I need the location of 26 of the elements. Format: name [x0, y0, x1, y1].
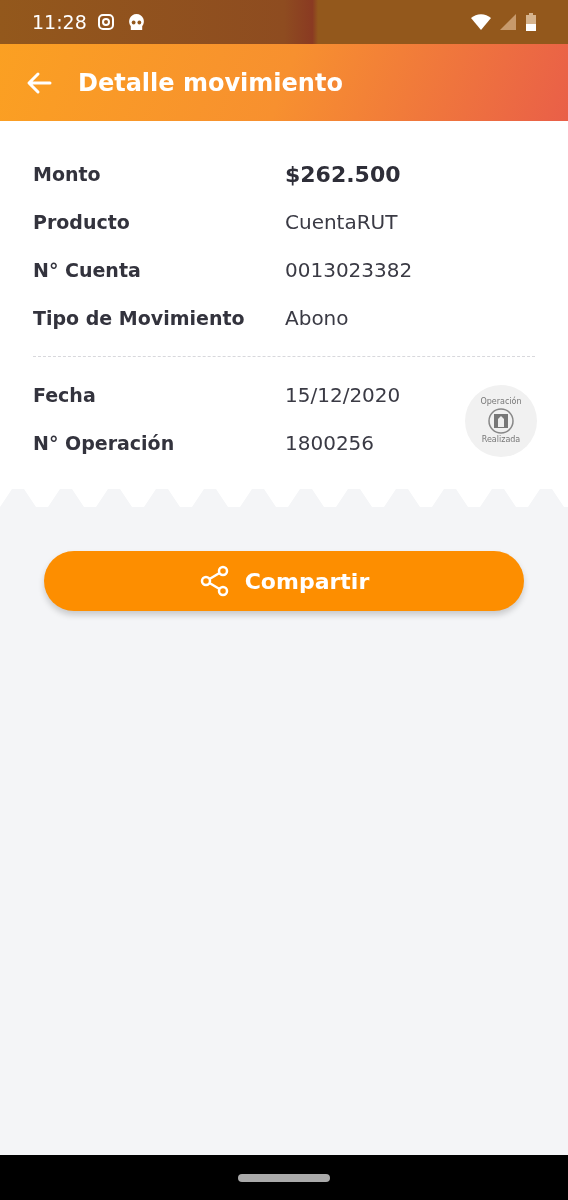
skull-icon — [126, 12, 146, 32]
field-value: 0013023382 — [285, 257, 413, 284]
field-label: N° Operación — [33, 430, 176, 456]
camera-icon — [96, 13, 115, 31]
share-icon — [198, 565, 231, 597]
field-label: Fecha — [33, 382, 97, 408]
stamp-text: Operación — [480, 396, 522, 408]
signal-icon — [500, 14, 516, 30]
field-value: Abono — [285, 305, 349, 332]
field-label: Monto — [33, 161, 102, 187]
screen-title: Detalle movimiento — [78, 67, 343, 99]
stamp-text: Realizada — [481, 434, 521, 446]
back-arrow-icon — [26, 70, 52, 95]
wifi-icon — [470, 13, 492, 31]
field-label: Producto — [33, 209, 131, 235]
field-label: N° Cuenta — [33, 257, 142, 283]
home-handle[interactable] — [238, 1173, 330, 1182]
field-value: 1800256 — [285, 430, 375, 457]
field-value: 15/12/2020 — [285, 382, 401, 409]
clock: 11:28 — [32, 9, 87, 35]
field-label: Tipo de Movimiento — [33, 305, 246, 331]
field-value: CuentaRUT — [285, 209, 398, 236]
share-button[interactable]: Compartir — [44, 551, 524, 611]
building-icon — [488, 408, 514, 434]
field-value: $262.500 — [285, 160, 401, 189]
battery-icon — [526, 13, 536, 31]
